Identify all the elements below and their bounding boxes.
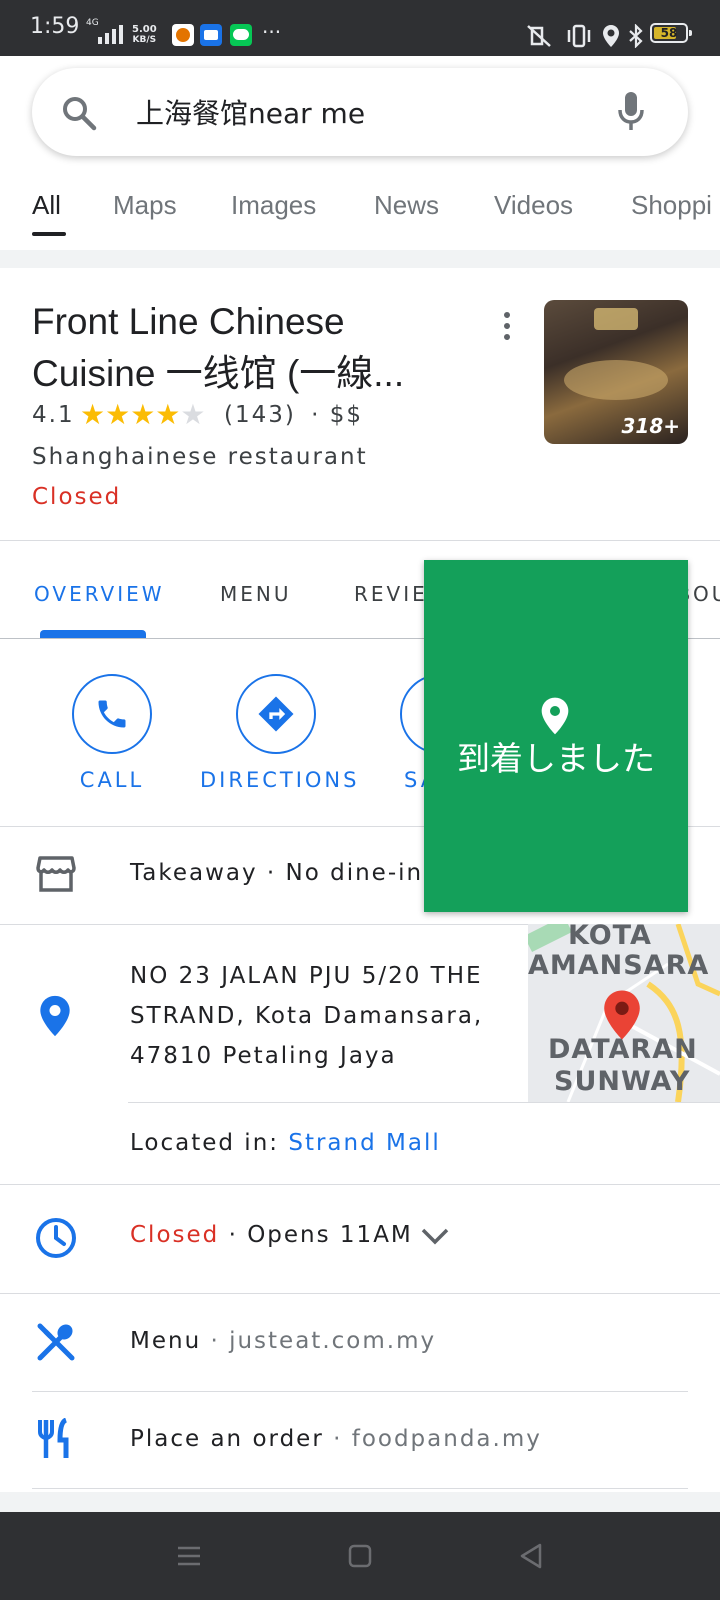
place-category: Shanghainese restaurant (32, 444, 368, 470)
map-pin-icon (604, 990, 640, 1040)
menu-nav-icon[interactable] (176, 1544, 202, 1568)
store-icon (36, 856, 76, 892)
location-icon (603, 25, 619, 47)
arrival-overlay[interactable]: 到着しました (424, 560, 688, 912)
status-bar: 1:59 4G 5.00 KB/S ··· 58 (0, 0, 720, 56)
order-food-icon (38, 1418, 69, 1458)
location-pin-icon (40, 995, 70, 1037)
call-button[interactable] (72, 674, 152, 754)
tab-overview[interactable]: OVERVIEW (34, 582, 165, 606)
microphone-icon[interactable] (616, 90, 646, 134)
photo-count: 318+ (621, 414, 680, 438)
order-source: · foodpanda.my (333, 1426, 542, 1452)
tab-news[interactable]: News (374, 190, 439, 221)
divider (32, 1488, 688, 1489)
search-input[interactable]: 上海餐馆near me (136, 92, 365, 132)
review-count[interactable]: (143) (224, 402, 296, 428)
divider (0, 1293, 720, 1294)
home-nav-icon[interactable] (348, 1544, 372, 1568)
bluetooth-icon (629, 24, 643, 48)
more-notifications-icon: ··· (262, 20, 282, 44)
rating-stars: ★★★★★ (80, 398, 206, 431)
directions-label[interactable]: DIRECTIONS (200, 768, 356, 792)
review-info[interactable]: (143) · $$ (224, 402, 363, 428)
menu-label: Menu (130, 1328, 202, 1354)
vibrate-icon (567, 24, 591, 48)
restaurant-menu-icon (37, 1323, 75, 1361)
divider (32, 1391, 688, 1392)
hours-row[interactable]: Closed · Opens 11AM (130, 1222, 413, 1248)
back-nav-icon[interactable] (518, 1542, 544, 1570)
search-box[interactable]: 上海餐馆near me (32, 68, 688, 156)
tab-maps[interactable]: Maps (113, 190, 177, 221)
star-icon: ★★★★ (80, 398, 181, 431)
map-label: KOTA (568, 924, 652, 951)
service-options: Takeaway · No dine-in (130, 860, 424, 886)
tab-all[interactable]: All (32, 190, 61, 221)
battery-icon: 58 (650, 23, 692, 43)
menu-source: · justeat.com.my (210, 1328, 437, 1354)
directions-icon (258, 696, 294, 732)
order-label: Place an order (130, 1426, 324, 1452)
status-time: 1:59 (30, 14, 80, 39)
place-photo[interactable]: 318+ (544, 300, 688, 444)
map-thumbnail[interactable]: KOTA AMANSARA DATARAN SUNWAY (528, 924, 720, 1102)
map-label: AMANSARA (528, 950, 710, 981)
tab-menu[interactable]: MENU (220, 582, 292, 606)
tab-images[interactable]: Images (231, 190, 316, 221)
app-notification-icon (172, 24, 194, 46)
chevron-down-icon[interactable] (420, 1226, 450, 1246)
order-link-row[interactable]: Place an order · foodpanda.my (130, 1426, 542, 1452)
star-empty-icon: ★ (180, 398, 206, 431)
address-text[interactable]: NO 23 JALAN PJU 5/20 THE STRAND, Kota Da… (130, 956, 510, 1076)
divider (0, 1184, 720, 1185)
active-section-indicator (40, 630, 146, 638)
menu-link-row[interactable]: Menu · justeat.com.my (130, 1328, 436, 1354)
messages-notification-icon (200, 24, 222, 46)
map-label: SUNWAY (554, 1066, 691, 1097)
network-type: 4G (86, 18, 99, 28)
hours-status: Closed (130, 1222, 220, 1248)
tab-shopping[interactable]: Shoppi (631, 190, 712, 221)
signal-icon (98, 25, 123, 44)
navigation-bar (0, 1512, 720, 1600)
call-label[interactable]: CALL (62, 768, 162, 792)
open-status: Closed (32, 484, 122, 510)
active-tab-indicator (32, 232, 66, 236)
section-separator (0, 250, 720, 268)
location-pin-icon (541, 697, 569, 735)
tab-videos[interactable]: Videos (494, 190, 573, 221)
arrival-message: 到着しました (457, 739, 655, 778)
located-in-link[interactable]: Strand Mall (288, 1130, 440, 1156)
divider (128, 1102, 720, 1103)
located-in-label: Located in: (130, 1130, 280, 1156)
search-icon[interactable] (60, 94, 98, 132)
price-level: · $$ (311, 402, 364, 428)
line-notification-icon (230, 24, 252, 46)
directions-button[interactable] (236, 674, 316, 754)
network-speed: 5.00 KB/S (132, 24, 157, 45)
bottom-separator (0, 1492, 720, 1512)
phone-icon (98, 700, 126, 728)
place-title[interactable]: Front Line Chinese Cuisine 一线馆 (一線... (32, 296, 452, 400)
vibrate-off-icon (527, 25, 551, 47)
clock-icon (36, 1218, 76, 1258)
rating-value: 4.1 (32, 402, 75, 428)
divider (0, 540, 720, 541)
located-in: Located in: Strand Mall (130, 1130, 441, 1156)
hours-opens: · Opens 11AM (228, 1222, 413, 1248)
more-options-icon[interactable] (504, 312, 510, 345)
